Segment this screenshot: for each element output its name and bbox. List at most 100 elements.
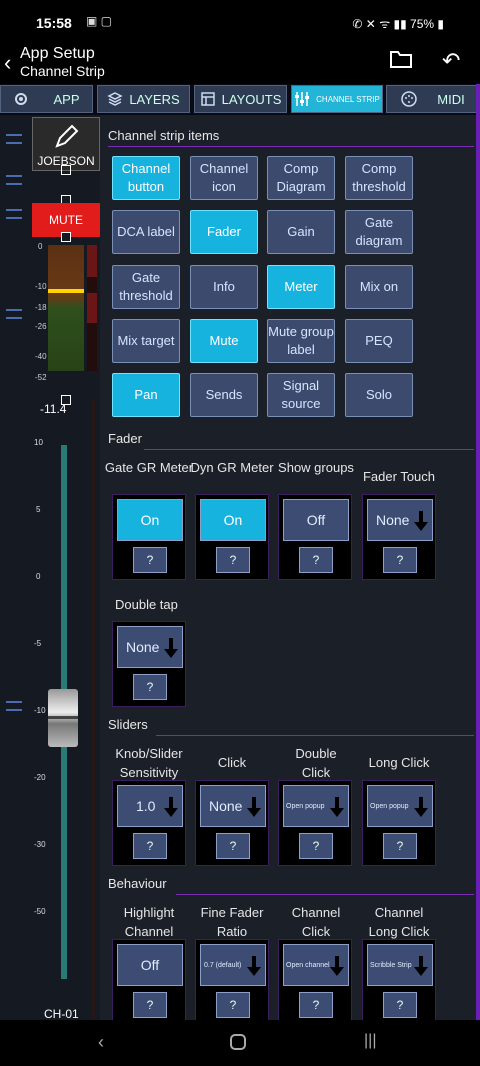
section-title: Behaviour bbox=[108, 876, 167, 891]
pencil-icon bbox=[55, 124, 79, 148]
fader-scale-label: 10 bbox=[34, 438, 43, 447]
help-button[interactable]: ? bbox=[299, 547, 333, 573]
help-button[interactable]: ? bbox=[299, 833, 333, 859]
help-button[interactable]: ? bbox=[216, 547, 250, 573]
item-toggle[interactable]: Gate diagram bbox=[345, 210, 413, 254]
help-button[interactable]: ? bbox=[383, 833, 417, 859]
tab-layers[interactable]: LAYERS bbox=[97, 85, 190, 113]
toggle-button[interactable]: Off bbox=[283, 499, 349, 541]
channel-click-control: Open channel ? bbox=[278, 939, 352, 1025]
help-button[interactable]: ? bbox=[216, 992, 250, 1018]
arrow-down-icon bbox=[414, 956, 428, 976]
item-toggle[interactable]: Mix on bbox=[345, 265, 413, 309]
item-toggle[interactable]: Solo bbox=[345, 373, 413, 417]
notification-icons: ▣ ▢ bbox=[86, 14, 113, 28]
toggle-button[interactable]: Off bbox=[117, 944, 183, 986]
arrow-down-icon bbox=[247, 956, 261, 976]
drag-handle-icon[interactable] bbox=[6, 701, 22, 711]
item-toggle[interactable]: Gate threshold bbox=[112, 265, 180, 309]
help-button[interactable]: ? bbox=[133, 674, 167, 700]
drag-handle-icon[interactable] bbox=[6, 309, 22, 319]
tab-label: MIDI bbox=[437, 91, 465, 107]
click-control: None ? bbox=[195, 780, 269, 866]
nav-recents-icon[interactable]: ||| bbox=[364, 1032, 376, 1050]
item-toggle[interactable]: Mute bbox=[190, 319, 258, 363]
dyn-gr-meter-control: On ? bbox=[195, 494, 269, 580]
resize-handle[interactable] bbox=[61, 232, 71, 242]
fader-scale-label: -5 bbox=[34, 639, 42, 648]
section-title: Sliders bbox=[108, 717, 148, 732]
nav-back-icon[interactable]: ‹ bbox=[98, 1032, 104, 1053]
tab-app[interactable]: APP bbox=[0, 85, 93, 113]
fader-scale-label: -50 bbox=[34, 907, 46, 916]
arrow-down-icon bbox=[414, 511, 428, 531]
toggle-button[interactable]: On bbox=[117, 499, 183, 541]
toggle-button[interactable]: On bbox=[200, 499, 266, 541]
status-icons: ✆ ✕ ᯤ ▮▮ 75% ▮ bbox=[352, 17, 444, 31]
drag-handle-icon[interactable] bbox=[6, 175, 22, 185]
fader-scale-label: 0 bbox=[36, 572, 41, 581]
meter-scale-label: -18 bbox=[35, 303, 47, 312]
drag-handle-icon[interactable] bbox=[6, 209, 22, 219]
item-toggle[interactable]: Mix target bbox=[112, 319, 180, 363]
item-toggle[interactable]: Info bbox=[190, 265, 258, 309]
tab-midi[interactable]: MIDI bbox=[386, 85, 480, 113]
dropdown-button[interactable]: None bbox=[200, 785, 266, 827]
arrow-down-icon bbox=[247, 797, 261, 817]
control-label: Dyn GR Meter bbox=[190, 460, 274, 475]
undo-icon[interactable]: ↶ bbox=[442, 48, 460, 74]
item-toggle[interactable]: Mute group label bbox=[267, 319, 335, 363]
channel-strip-preview: JOEBSON MUTE 0 -10 -18 -26 -40 -52 -11.4… bbox=[0, 115, 100, 1021]
nav-home-icon[interactable] bbox=[230, 1034, 246, 1050]
back-chevron-icon[interactable]: ‹ bbox=[4, 50, 11, 76]
long-click-control: Open popup ? bbox=[362, 780, 436, 866]
tab-bar: APP LAYERS LAYOUTS CHANNEL STRIP MIDI bbox=[0, 84, 480, 115]
dropdown-button[interactable]: 1.0 bbox=[117, 785, 183, 827]
folder-icon[interactable] bbox=[390, 50, 412, 68]
item-toggle[interactable]: Channel icon bbox=[190, 156, 258, 200]
scrollbar[interactable] bbox=[476, 84, 480, 1020]
item-toggle[interactable]: PEQ bbox=[345, 319, 413, 363]
help-button[interactable]: ? bbox=[133, 992, 167, 1018]
dropdown-button[interactable]: Scribble Strip bbox=[367, 944, 433, 986]
status-time: 15:58 bbox=[36, 15, 72, 31]
fader-scale-label: -10 bbox=[34, 706, 46, 715]
item-toggle[interactable]: Pan bbox=[112, 373, 180, 417]
dropdown-button[interactable]: 0.7 (default) bbox=[200, 944, 266, 986]
item-toggle[interactable]: Channel button bbox=[112, 156, 180, 200]
channel-button-preview[interactable]: JOEBSON bbox=[32, 117, 100, 171]
tab-layouts[interactable]: LAYOUTS bbox=[194, 85, 287, 113]
meter-scale-label: -10 bbox=[35, 282, 47, 291]
item-toggle[interactable]: Sends bbox=[190, 373, 258, 417]
status-bar: 15:58 ▣ ▢ ✆ ✕ ᯤ ▮▮ 75% ▮ bbox=[0, 0, 480, 44]
fader-knob[interactable] bbox=[48, 689, 78, 747]
item-toggle[interactable]: Gain bbox=[267, 210, 335, 254]
dropdown-button[interactable]: None bbox=[367, 499, 433, 541]
item-toggle[interactable]: Meter bbox=[267, 265, 335, 309]
dropdown-button[interactable]: None bbox=[117, 626, 183, 668]
gate-gr-meter-control: On ? bbox=[112, 494, 186, 580]
resize-handle[interactable] bbox=[61, 165, 71, 175]
divider bbox=[92, 400, 95, 1020]
arrow-down-icon bbox=[164, 797, 178, 817]
tab-channel-strip[interactable]: CHANNEL STRIP bbox=[291, 85, 383, 113]
drag-handle-icon[interactable] bbox=[6, 134, 22, 144]
help-button[interactable]: ? bbox=[383, 992, 417, 1018]
item-toggle[interactable]: DCA label bbox=[112, 210, 180, 254]
item-toggle[interactable]: Comp threshold bbox=[345, 156, 413, 200]
help-button[interactable]: ? bbox=[216, 833, 250, 859]
help-button[interactable]: ? bbox=[133, 833, 167, 859]
dropdown-button[interactable]: Open popup bbox=[367, 785, 433, 827]
help-button[interactable]: ? bbox=[133, 547, 167, 573]
item-toggle[interactable]: Fader bbox=[190, 210, 258, 254]
item-toggle[interactable]: Signal source bbox=[267, 373, 335, 417]
tab-label: LAYOUTS bbox=[221, 91, 282, 107]
double-tap-control: None ? bbox=[112, 621, 186, 707]
highlight-channel-control: Off ? bbox=[112, 939, 186, 1025]
dropdown-button[interactable]: Open channel bbox=[283, 944, 349, 986]
help-button[interactable]: ? bbox=[383, 547, 417, 573]
dropdown-button[interactable]: Open popup bbox=[283, 785, 349, 827]
item-toggle[interactable]: Comp Diagram bbox=[267, 156, 335, 200]
help-button[interactable]: ? bbox=[299, 992, 333, 1018]
settings-panel: Channel strip items Channel button Chann… bbox=[100, 115, 476, 1025]
